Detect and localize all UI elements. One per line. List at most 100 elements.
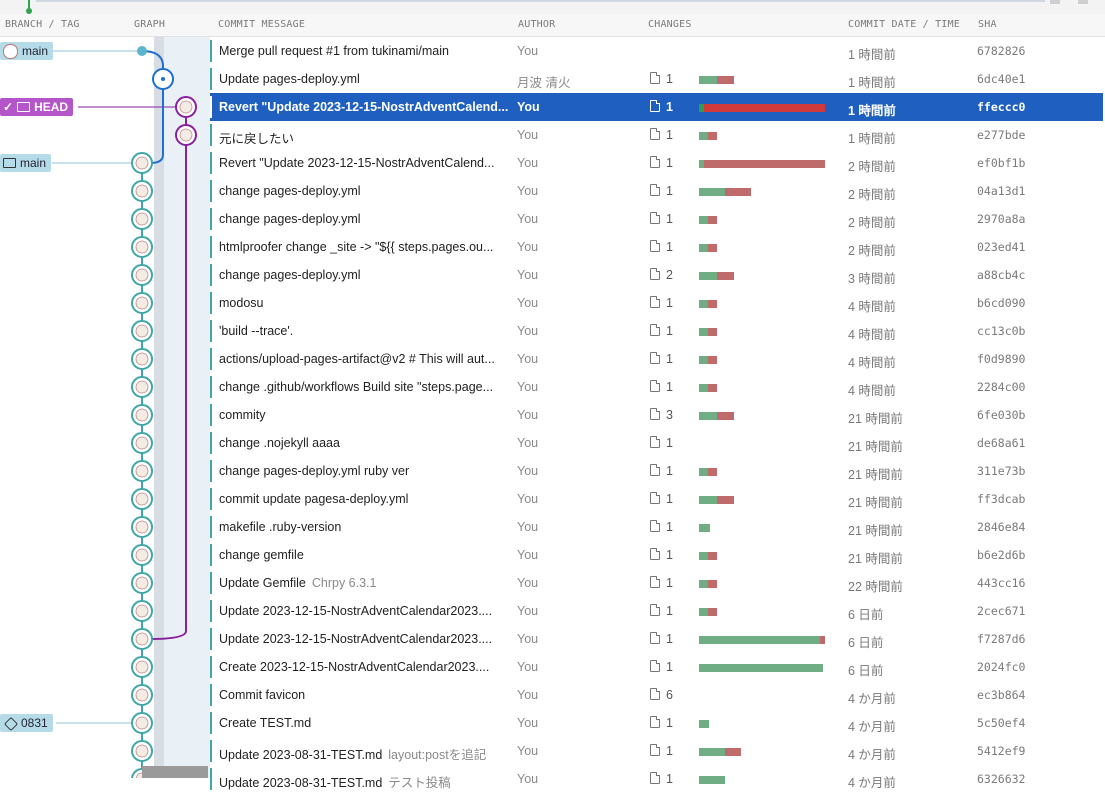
column-header-sha[interactable]: SHA	[978, 19, 997, 30]
commit-row-cells[interactable]: change gemfile You 1 21 時間前 b6e2d6b	[210, 541, 1103, 569]
commit-message: commit update pagesa-deploy.yml	[219, 492, 509, 506]
column-header-commit-message[interactable]: COMMIT MESSAGE	[218, 19, 305, 30]
commit-row-cells[interactable]: Revert "Update 2023-12-15-NostrAdventCal…	[210, 93, 1103, 121]
commit-row-cells[interactable]: actions/upload-pages-artifact@v2 # This …	[210, 345, 1103, 373]
commit-message-text: Revert "Update 2023-12-15-NostrAdventCal…	[219, 100, 509, 114]
commit-row-cells[interactable]: change pages-deploy.yml You 1 2 時間前 2970a8a	[210, 205, 1103, 233]
commit-row-cells[interactable]: Revert "Update 2023-12-15-NostrAdventCal…	[210, 149, 1103, 177]
column-header-commit-date[interactable]: COMMIT DATE / TIME	[848, 19, 960, 30]
commit-sha: ec3b864	[977, 688, 1026, 702]
commit-message-text: commit update pagesa-deploy.yml	[219, 492, 409, 506]
row-accent	[210, 376, 212, 398]
commit-row-cells[interactable]: Merge pull request #1 from tukinami/main…	[210, 37, 1103, 65]
commit-message-text: Revert "Update 2023-12-15-NostrAdventCal…	[219, 156, 495, 170]
commit-row-cells[interactable]: commit update pagesa-deploy.yml You 1 21 時間…	[210, 485, 1103, 513]
commit-row-cells[interactable]: change .nojekyll aaaa You 1 21 時間前 de68a61	[210, 429, 1103, 457]
commit-date: 21 時間前	[848, 496, 903, 510]
commit-message-text: actions/upload-pages-artifact@v2 # This …	[219, 352, 495, 366]
changed-files-count: 1	[666, 100, 673, 114]
commit-message-text: htmlproofer change _site -> "${{ steps.p…	[219, 240, 494, 254]
changes-bar	[699, 216, 717, 224]
row-accent	[210, 40, 212, 62]
file-icon	[650, 296, 660, 308]
commit-message-suffix: layout:postを追記	[388, 748, 487, 762]
commit-message-text: commity	[219, 408, 266, 422]
additions-bar	[699, 356, 708, 364]
commit-message-text: change .nojekyll aaaa	[219, 436, 340, 450]
commit-row-cells[interactable]: Update 2023-08-31-TEST.md テスト投稿 You 1 4 か月前 6…	[210, 765, 1103, 793]
commit-date: 21 時間前	[848, 552, 903, 566]
row-accent	[210, 152, 212, 174]
commit-row-cells[interactable]: Update pages-deploy.yml 月波 清火 1 1 時間前 6dc40e…	[210, 65, 1103, 93]
avatar-icon	[135, 240, 149, 254]
commit-row-cells[interactable]: Update 2023-12-15-NostrAdventCalendar202…	[210, 597, 1103, 625]
commit-row-cells[interactable]: Update 2023-08-31-TEST.md layout:postを追記 Y…	[210, 737, 1103, 765]
avatar-icon	[135, 268, 149, 282]
commit-row-cells[interactable]: change pages-deploy.yml ruby ver You 1 21 時…	[210, 457, 1103, 485]
additions-bar	[699, 272, 717, 280]
column-header-changes[interactable]: CHANGES	[648, 19, 692, 30]
commit-author: You	[517, 100, 540, 114]
commit-message-text: Update pages-deploy.yml	[219, 72, 360, 86]
changed-files-count: 1	[666, 72, 673, 86]
commit-date: 4 時間前	[848, 384, 896, 398]
column-header-graph[interactable]: GRAPH	[134, 19, 165, 30]
row-accent	[210, 292, 212, 314]
commit-row-cells[interactable]: Create 2023-12-15-NostrAdventCalendar202…	[210, 653, 1103, 681]
commit-row-cells[interactable]: Commit favicon You 6 4 か月前 ec3b864	[210, 681, 1103, 709]
commit-graph[interactable]	[0, 37, 210, 778]
commit-date: 4 時間前	[848, 300, 896, 314]
avatar-icon	[179, 100, 193, 114]
commit-sha: 443cc16	[977, 576, 1026, 590]
horizontal-scrollbar-thumb[interactable]	[142, 766, 208, 778]
commit-sha: 5412ef9	[977, 744, 1026, 758]
deletions-bar	[708, 580, 717, 588]
commit-message-text: Update Gemfile	[219, 576, 306, 590]
commit-row-cells[interactable]: change .github/workflows Build site "ste…	[210, 373, 1103, 401]
commit-date: 1 時間前	[848, 76, 896, 90]
commit-message: actions/upload-pages-artifact@v2 # This …	[219, 352, 509, 366]
commit-row-cells[interactable]: modosu You 1 4 時間前 b6cd090	[210, 289, 1103, 317]
branch-label-main-local[interactable]: main	[0, 154, 52, 172]
changed-files-count: 1	[666, 576, 673, 590]
commit-row-cells[interactable]: change pages-deploy.yml You 1 2 時間前 04a13d1	[210, 177, 1103, 205]
commit-row-cells[interactable]: makefile .ruby-version You 1 21 時間前 2846e84	[210, 513, 1103, 541]
commit-message: modosu	[219, 296, 509, 310]
commit-row-cells[interactable]: 元に戻したい You 1 1 時間前 e277bde	[210, 121, 1103, 149]
tag-label-0831[interactable]: 0831	[0, 714, 53, 732]
column-header-branch-tag[interactable]: BRANCH / TAG	[5, 19, 80, 30]
commit-sha: ff3dcab	[977, 492, 1026, 506]
commit-date: 1 時間前	[848, 132, 896, 146]
column-header-author[interactable]: AUTHOR	[518, 19, 555, 30]
toolbar-button-icon[interactable]	[1050, 0, 1060, 4]
changes-bar	[699, 496, 734, 504]
commit-row-cells[interactable]: htmlproofer change _site -> "${{ steps.p…	[210, 233, 1103, 261]
branch-label-main-remote[interactable]: main	[0, 42, 54, 60]
commit-row-cells[interactable]: Update Gemfile Chrpy 6.3.1 You 1 22 時間前 443cc…	[210, 569, 1103, 597]
commit-row-cells[interactable]: commity You 3 21 時間前 6fe030b	[210, 401, 1103, 429]
avatar-icon	[135, 408, 149, 422]
commit-author: You	[517, 772, 539, 786]
commit-row-cells[interactable]: Create TEST.md You 1 4 か月前 5c50ef4	[210, 709, 1103, 737]
toolbar-button-icon[interactable]	[1078, 0, 1088, 4]
changes-bar	[699, 524, 710, 532]
commit-message: change .nojekyll aaaa	[219, 436, 509, 450]
avatar-icon	[135, 436, 149, 450]
commit-row-cells[interactable]: change pages-deploy.yml You 2 3 時間前 a88cb4c	[210, 261, 1103, 289]
additions-bar	[699, 244, 708, 252]
avatar-icon	[135, 744, 149, 758]
commit-sha: 2cec671	[977, 604, 1026, 618]
file-icon	[650, 716, 660, 728]
changed-files-count: 1	[666, 464, 673, 478]
commit-row-cells[interactable]: Update 2023-12-15-NostrAdventCalendar202…	[210, 625, 1103, 653]
avatar-icon	[135, 632, 149, 646]
deletions-bar	[820, 636, 825, 644]
toolbar-divider	[36, 0, 1045, 2]
branch-label-head[interactable]: ✓ HEAD	[0, 98, 74, 116]
avatar-icon	[135, 464, 149, 478]
row-accent	[210, 600, 212, 622]
commit-sha: 311e73b	[977, 464, 1026, 478]
commit-date: 4 か月前	[848, 720, 896, 734]
commit-row-cells[interactable]: 'build --trace'. You 1 4 時間前 cc13c0b	[210, 317, 1103, 345]
commit-message-suffix: テスト投稿	[388, 776, 451, 790]
